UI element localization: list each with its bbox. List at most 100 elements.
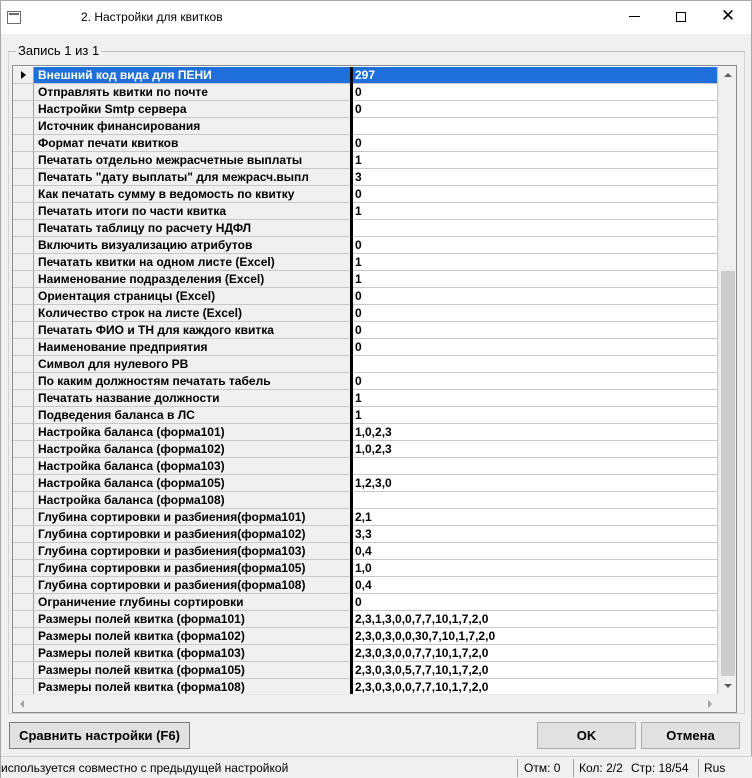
- row-indicator[interactable]: [13, 543, 34, 560]
- setting-value-cell[interactable]: [353, 356, 718, 373]
- table-row[interactable]: Печатать таблицу по расчету НДФЛ: [13, 220, 718, 237]
- setting-value-cell[interactable]: 0: [353, 237, 718, 254]
- table-row[interactable]: Печатать "дату выплаты" для межрасч.выпл…: [13, 169, 718, 186]
- setting-name-cell[interactable]: Как печатать сумму в ведомость по квитку: [34, 186, 350, 203]
- table-row[interactable]: Наименование подразделения (Excel) 1: [13, 271, 718, 288]
- table-row[interactable]: Глубина сортировки и разбиения(форма103)…: [13, 543, 718, 560]
- setting-value-cell[interactable]: 0: [353, 288, 718, 305]
- setting-name-cell[interactable]: Глубина сортировки и разбиения(форма105): [34, 560, 350, 577]
- row-indicator-arrow-icon[interactable]: [13, 67, 34, 84]
- setting-value-cell[interactable]: 0: [353, 594, 718, 611]
- setting-name-cell[interactable]: Размеры полей квитка (форма105): [34, 662, 350, 679]
- setting-value-cell[interactable]: 2,3,0,3,0,0,7,7,10,1,7,2,0: [353, 645, 718, 662]
- table-row[interactable]: Размеры полей квитка (форма105) 2,3,0,3,0…: [13, 662, 718, 679]
- setting-value-cell[interactable]: [353, 492, 718, 509]
- setting-value-cell[interactable]: [353, 220, 718, 237]
- row-indicator[interactable]: [13, 101, 34, 118]
- table-row[interactable]: Глубина сортировки и разбиения(форма108)…: [13, 577, 718, 594]
- row-indicator[interactable]: [13, 577, 34, 594]
- row-indicator[interactable]: [13, 118, 34, 135]
- row-indicator[interactable]: [13, 526, 34, 543]
- setting-name-cell[interactable]: Формат печати квитков: [34, 135, 350, 152]
- table-row[interactable]: Глубина сортировки и разбиения(форма101)…: [13, 509, 718, 526]
- setting-value-cell[interactable]: 1: [353, 407, 718, 424]
- row-indicator[interactable]: [13, 84, 34, 101]
- row-indicator[interactable]: [13, 356, 34, 373]
- row-indicator[interactable]: [13, 492, 34, 509]
- setting-value-cell[interactable]: 297: [353, 67, 718, 84]
- setting-value-cell[interactable]: [353, 458, 718, 475]
- table-row[interactable]: Глубина сортировки и разбиения(форма102)…: [13, 526, 718, 543]
- table-row[interactable]: Настройка баланса (форма103): [13, 458, 718, 475]
- table-row[interactable]: Печатать итоги по части квитка 1: [13, 203, 718, 220]
- setting-name-cell[interactable]: Отправлять квитки по почте: [34, 84, 350, 101]
- setting-value-cell[interactable]: 0: [353, 322, 718, 339]
- table-row[interactable]: Размеры полей квитка (форма102) 2,3,0,3,0…: [13, 628, 718, 645]
- setting-value-cell[interactable]: 0: [353, 186, 718, 203]
- table-row[interactable]: Наименование предприятия 0: [13, 339, 718, 356]
- setting-value-cell[interactable]: 0,4: [353, 543, 718, 560]
- maximize-button[interactable]: [658, 1, 704, 32]
- setting-name-cell[interactable]: Печатать итоги по части квитка: [34, 203, 350, 220]
- table-row[interactable]: Количество строк на листе (Excel) 0: [13, 305, 718, 322]
- table-row[interactable]: Ориентация страницы (Excel) 0: [13, 288, 718, 305]
- table-row[interactable]: Ограничение глубины сортировки 0: [13, 594, 718, 611]
- close-button[interactable]: ✕: [705, 1, 751, 32]
- setting-value-cell[interactable]: 0: [353, 373, 718, 390]
- row-indicator[interactable]: [13, 220, 34, 237]
- table-row[interactable]: Настройки Smtp сервера 0: [13, 101, 718, 118]
- compare-settings-button[interactable]: Сравнить настройки (F6): [9, 722, 190, 749]
- scroll-right-button[interactable]: [701, 695, 718, 712]
- table-row[interactable]: По каким должностям печатать табель 0: [13, 373, 718, 390]
- setting-value-cell[interactable]: 1,0,2,3: [353, 424, 718, 441]
- setting-name-cell[interactable]: Настройка баланса (форма102): [34, 441, 350, 458]
- setting-value-cell[interactable]: 2,1: [353, 509, 718, 526]
- setting-name-cell[interactable]: По каким должностям печатать табель: [34, 373, 350, 390]
- row-indicator[interactable]: [13, 305, 34, 322]
- row-indicator[interactable]: [13, 662, 34, 679]
- setting-value-cell[interactable]: 1: [353, 271, 718, 288]
- row-indicator[interactable]: [13, 373, 34, 390]
- row-indicator[interactable]: [13, 186, 34, 203]
- table-row[interactable]: Настройка баланса (форма108): [13, 492, 718, 509]
- table-row[interactable]: Печатать отдельно межрасчетные выплаты 1: [13, 152, 718, 169]
- setting-value-cell[interactable]: 2,3,0,3,0,0,30,7,10,1,7,2,0: [353, 628, 718, 645]
- table-row[interactable]: Настройка баланса (форма101) 1,0,2,3: [13, 424, 718, 441]
- setting-name-cell[interactable]: Настройки Smtp сервера: [34, 101, 350, 118]
- setting-value-cell[interactable]: 0,4: [353, 577, 718, 594]
- row-indicator[interactable]: [13, 271, 34, 288]
- table-row[interactable]: Печатать квитки на одном листе (Excel) 1: [13, 254, 718, 271]
- table-row[interactable]: Подведения баланса в ЛС 1: [13, 407, 718, 424]
- setting-value-cell[interactable]: 0: [353, 305, 718, 322]
- row-indicator[interactable]: [13, 288, 34, 305]
- row-indicator[interactable]: [13, 475, 34, 492]
- setting-value-cell[interactable]: 0: [353, 135, 718, 152]
- scroll-down-button[interactable]: [719, 677, 736, 694]
- setting-name-cell[interactable]: Подведения баланса в ЛС: [34, 407, 350, 424]
- setting-value-cell[interactable]: 1: [353, 152, 718, 169]
- row-indicator[interactable]: [13, 135, 34, 152]
- ok-button[interactable]: OK: [537, 722, 636, 749]
- settings-grid[interactable]: Внешний код вида для ПЕНИ 297 Отправлять к…: [12, 65, 737, 713]
- setting-value-cell[interactable]: 1: [353, 390, 718, 407]
- row-indicator[interactable]: [13, 424, 34, 441]
- row-indicator[interactable]: [13, 560, 34, 577]
- setting-value-cell[interactable]: 0: [353, 84, 718, 101]
- setting-name-cell[interactable]: Настройка баланса (форма101): [34, 424, 350, 441]
- setting-name-cell[interactable]: Размеры полей квитка (форма103): [34, 645, 350, 662]
- table-row[interactable]: Печатать ФИО и ТН для каждого квитка 0: [13, 322, 718, 339]
- table-row[interactable]: Отправлять квитки по почте 0: [13, 84, 718, 101]
- table-row[interactable]: Печатать название должности 1: [13, 390, 718, 407]
- setting-name-cell[interactable]: Глубина сортировки и разбиения(форма108): [34, 577, 350, 594]
- table-row[interactable]: Как печатать сумму в ведомость по квитку…: [13, 186, 718, 203]
- row-indicator[interactable]: [13, 441, 34, 458]
- setting-name-cell[interactable]: Размеры полей квитка (форма101): [34, 611, 350, 628]
- setting-name-cell[interactable]: Печатать таблицу по расчету НДФЛ: [34, 220, 350, 237]
- setting-value-cell[interactable]: 3,3: [353, 526, 718, 543]
- setting-name-cell[interactable]: Настройка баланса (форма105): [34, 475, 350, 492]
- row-indicator[interactable]: [13, 152, 34, 169]
- setting-value-cell[interactable]: 1,0: [353, 560, 718, 577]
- table-row[interactable]: Источник финансирования: [13, 118, 718, 135]
- setting-name-cell[interactable]: Ограничение глубины сортировки: [34, 594, 350, 611]
- setting-name-cell[interactable]: Источник финансирования: [34, 118, 350, 135]
